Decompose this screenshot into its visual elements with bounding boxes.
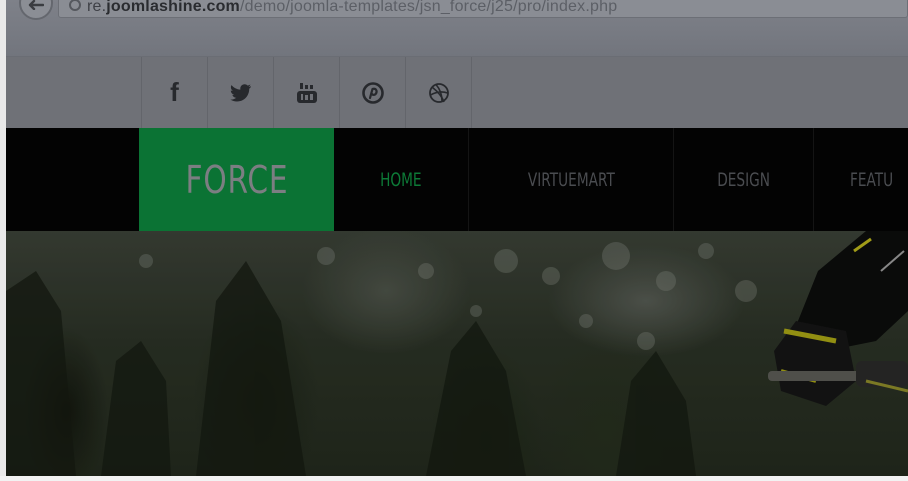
twitter-icon xyxy=(229,83,251,101)
menu-item-features[interactable]: FEATU xyxy=(814,128,908,231)
browser-toolbar: re.joomlashine.com/demo/joomla-templates… xyxy=(6,0,908,57)
site-logo[interactable]: FORCE xyxy=(139,128,334,231)
hero-banner xyxy=(6,231,908,476)
main-navbar: FORCE HOME VIRTUEMART DESIGN FEATU xyxy=(6,128,908,231)
dribbble-link[interactable] xyxy=(406,57,472,128)
facebook-link[interactable]: f xyxy=(142,57,208,128)
main-menu: HOME VIRTUEMART DESIGN FEATU xyxy=(334,128,908,231)
back-arrow-icon xyxy=(28,0,44,10)
facebook-icon: f xyxy=(170,77,179,107)
menu-item-label: FEATU xyxy=(850,168,894,191)
url-path: /demo/joomla-templates/jsn_force/j25/pro… xyxy=(239,0,618,15)
logo-text: FORCE xyxy=(185,157,288,202)
url-host: joomlashine.com xyxy=(106,0,240,15)
site-info-icon[interactable] xyxy=(69,0,81,11)
hero-image xyxy=(6,231,908,476)
pinterest-link[interactable] xyxy=(340,57,406,128)
address-bar[interactable]: re.joomlashine.com/demo/joomla-templates… xyxy=(58,0,908,18)
pinterest-icon xyxy=(361,81,384,104)
bottom-edge xyxy=(0,476,908,481)
url-prefix: re. xyxy=(87,0,107,15)
social-links: f xyxy=(141,57,472,128)
menu-item-virtuemart[interactable]: VIRTUEMART xyxy=(469,128,674,231)
screenshot-frame: re.joomlashine.com/demo/joomla-templates… xyxy=(0,0,908,481)
dribbble-icon xyxy=(428,82,449,103)
twitter-link[interactable] xyxy=(208,57,274,128)
youtube-icon xyxy=(296,82,317,103)
youtube-link[interactable] xyxy=(274,57,340,128)
menu-item-label: VIRTUEMART xyxy=(527,168,615,191)
menu-item-design[interactable]: DESIGN xyxy=(674,128,814,231)
menu-item-label: HOME xyxy=(380,168,422,191)
social-bar: f xyxy=(6,57,908,128)
back-button[interactable] xyxy=(19,0,53,20)
menu-item-home[interactable]: HOME xyxy=(334,128,469,231)
menu-item-label: DESIGN xyxy=(717,168,770,191)
url-text: re.joomlashine.com/demo/joomla-templates… xyxy=(87,0,617,16)
